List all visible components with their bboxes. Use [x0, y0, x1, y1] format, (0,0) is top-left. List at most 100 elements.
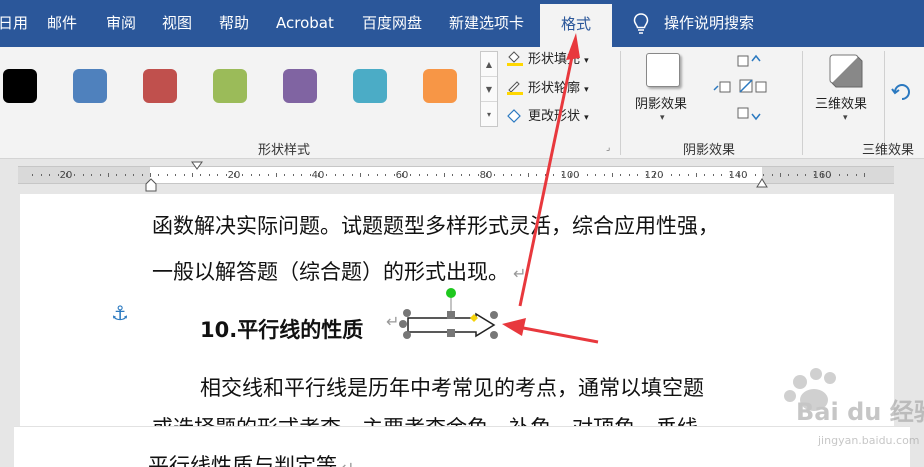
style-gallery-scroll[interactable]: ▲ ▼ ▾	[480, 51, 498, 127]
ruler-tick	[519, 174, 521, 176]
ruler-area: 20 20 40 60 80 100 120 140 160	[0, 160, 924, 192]
ruler-label: 20	[227, 170, 241, 181]
ruler-tick	[469, 174, 471, 176]
ruler-tick	[192, 173, 193, 177]
paragraph-mark: ↵	[341, 458, 354, 467]
tab-4[interactable]: 帮助	[219, 0, 249, 47]
ruler-tick	[200, 174, 202, 176]
ruler-tick	[687, 174, 689, 176]
selected-arrow-shape[interactable]	[396, 284, 508, 344]
ruler-tick	[494, 174, 496, 176]
tab-2[interactable]: 审阅	[106, 0, 136, 47]
ruler-tick	[99, 174, 101, 176]
ruler-tick	[502, 174, 504, 176]
ruler-tick	[704, 174, 706, 176]
ruler-tick	[376, 174, 378, 176]
ruler-tick	[435, 174, 437, 176]
three-d-effects-button[interactable]: 三维效果	[815, 93, 867, 112]
shadow-effects-group-label: 阴影效果	[683, 143, 736, 158]
gallery-down-icon[interactable]: ▼	[481, 77, 497, 102]
ruler-tick	[553, 174, 555, 176]
ruler-label: 140	[728, 170, 748, 181]
rotate-handle[interactable]	[446, 288, 456, 298]
shape-style-swatch[interactable]	[213, 69, 247, 103]
ruler-tick	[595, 174, 597, 176]
tab-format[interactable]: 格式	[540, 4, 612, 47]
anchor-icon[interactable]: ⚓	[111, 301, 129, 325]
change-shape-button[interactable]: 更改形状 ▾	[506, 107, 589, 127]
resize-handle[interactable]	[490, 311, 498, 319]
heading-text: 10.平行线的性质	[200, 318, 364, 342]
ruler-tick	[108, 173, 109, 177]
first-line-indent-marker-icon[interactable]	[191, 161, 203, 170]
body-text: 平行线性质与判定等	[148, 454, 337, 467]
shape-edit-icon	[507, 109, 521, 123]
shadow-nudge-icons[interactable]	[712, 52, 768, 126]
ruler-tick	[49, 174, 51, 176]
resize-handle[interactable]	[447, 329, 455, 337]
tab-1[interactable]: 邮件	[47, 0, 77, 47]
ruler-tick	[158, 174, 160, 176]
ruler-tick	[603, 174, 605, 176]
baidu-jingyan-watermark: Bai du 经验 jingyan.baidu.com	[784, 368, 924, 447]
ruler-tick	[250, 174, 252, 176]
resize-handle[interactable]	[447, 311, 455, 319]
tab-5[interactable]: Acrobat	[276, 0, 334, 47]
shape-styles-group-label: 形状样式	[258, 143, 311, 158]
ruler-label: 100	[560, 170, 580, 181]
resize-handle[interactable]	[399, 320, 407, 328]
tab-7[interactable]: 新建选项卡	[449, 0, 524, 47]
resize-handle[interactable]	[403, 309, 411, 317]
shape-style-swatch[interactable]	[423, 69, 457, 103]
ruler-label: 80	[479, 170, 493, 181]
gallery-more-icon[interactable]: ▾	[481, 102, 497, 127]
ruler-tick	[385, 174, 387, 176]
left-indent-marker-icon[interactable]	[145, 178, 157, 192]
dialog-launcher-icon[interactable]: ⌟	[606, 143, 610, 153]
ruler-tick	[242, 174, 244, 176]
ruler-tick	[292, 174, 294, 176]
ruler-tick	[544, 174, 546, 176]
chevron-down-icon: ▾	[660, 113, 665, 123]
resize-handle[interactable]	[403, 331, 411, 339]
gallery-up-icon[interactable]: ▲	[481, 52, 497, 77]
shape-style-swatch[interactable]	[73, 69, 107, 103]
pen-icon	[507, 81, 523, 95]
ruler-tick	[847, 174, 849, 176]
tab-0[interactable]: 日用	[0, 0, 28, 47]
rotate-icon[interactable]	[891, 81, 913, 103]
shape-fill-label: 形状填充	[528, 52, 581, 67]
body-text-line: 一般以解答题（综合题）的形式出现。 ↵	[152, 256, 526, 286]
ruler-tick	[368, 174, 370, 176]
shape-style-swatch[interactable]	[283, 69, 317, 103]
ruler-tick	[133, 174, 135, 176]
shape-style-swatch[interactable]	[3, 69, 37, 103]
ruler-tick	[276, 173, 277, 177]
ruler-tick	[452, 174, 454, 176]
ruler-tick	[166, 174, 168, 176]
shape-fill-button[interactable]: 形状填充 ▾	[506, 50, 589, 70]
shadow-effects-button[interactable]: 阴影效果	[635, 93, 687, 112]
tell-me-search[interactable]: 操作说明搜索	[664, 0, 754, 47]
ruler-tick	[586, 174, 588, 176]
tab-3[interactable]: 视图	[162, 0, 192, 47]
shadow-effects-icon[interactable]	[646, 53, 680, 87]
tab-6[interactable]: 百度网盘	[362, 0, 422, 47]
right-indent-marker-icon[interactable]	[756, 178, 768, 188]
shape-style-swatch[interactable]	[353, 69, 387, 103]
ruler-tick	[309, 174, 311, 176]
ruler-tick	[175, 174, 177, 176]
ruler-tick	[536, 174, 538, 176]
ruler-tick	[612, 173, 613, 177]
three-d-effects-icon[interactable]	[828, 53, 864, 89]
ruler-tick	[796, 174, 798, 176]
ruler-tick	[805, 174, 807, 176]
paragraph-mark: ↵	[513, 264, 527, 283]
ruler-tick	[427, 174, 429, 176]
shape-style-swatch[interactable]	[143, 69, 177, 103]
ruler-tick	[780, 173, 781, 177]
shape-outline-button[interactable]: 形状轮廓 ▾	[506, 79, 589, 99]
ruler-tick	[670, 174, 672, 176]
resize-handle[interactable]	[490, 331, 498, 339]
ruler-tick	[124, 174, 126, 176]
